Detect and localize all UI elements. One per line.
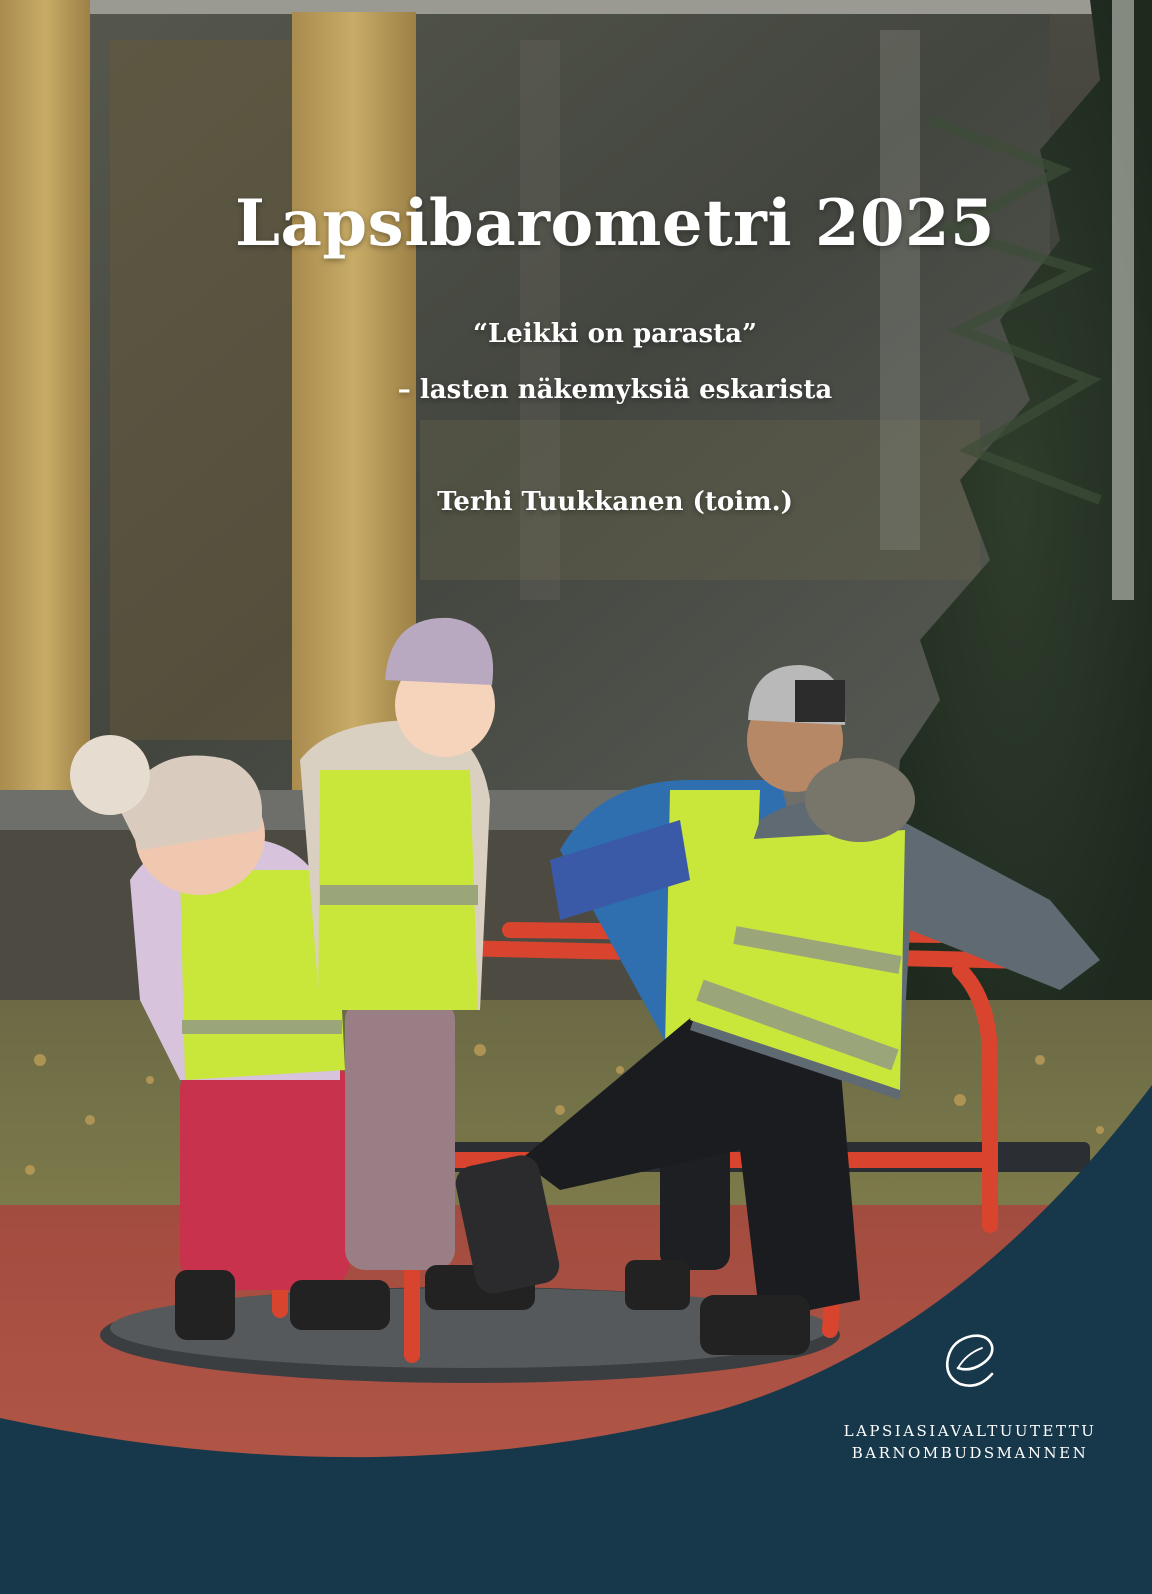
publisher-name-sv: BARNOMBUDSMANNEN <box>851 1444 1089 1462</box>
publisher-logo: LAPSIASIAVALTUUTETTU BARNOMBUDSMANNEN <box>800 1328 1140 1464</box>
cover-editor: Terhi Tuukkanen (toim.) <box>437 487 793 517</box>
subtitle-line-2: – lasten näkemyksiä eskarista <box>397 375 833 405</box>
book-cover: Lapsibarometri 2025 “Leikki on parasta” … <box>0 0 1152 1594</box>
subtitle-line-1: “Leikki on parasta” <box>473 319 757 349</box>
cover-title: Lapsibarometri 2025 <box>234 186 996 261</box>
cover-subtitle: “Leikki on parasta” – lasten näkemyksiä … <box>0 306 1152 418</box>
leaf-e-logo-icon <box>945 1334 994 1387</box>
publisher-name-fi: LAPSIASIAVALTUUTETTU <box>843 1422 1097 1440</box>
